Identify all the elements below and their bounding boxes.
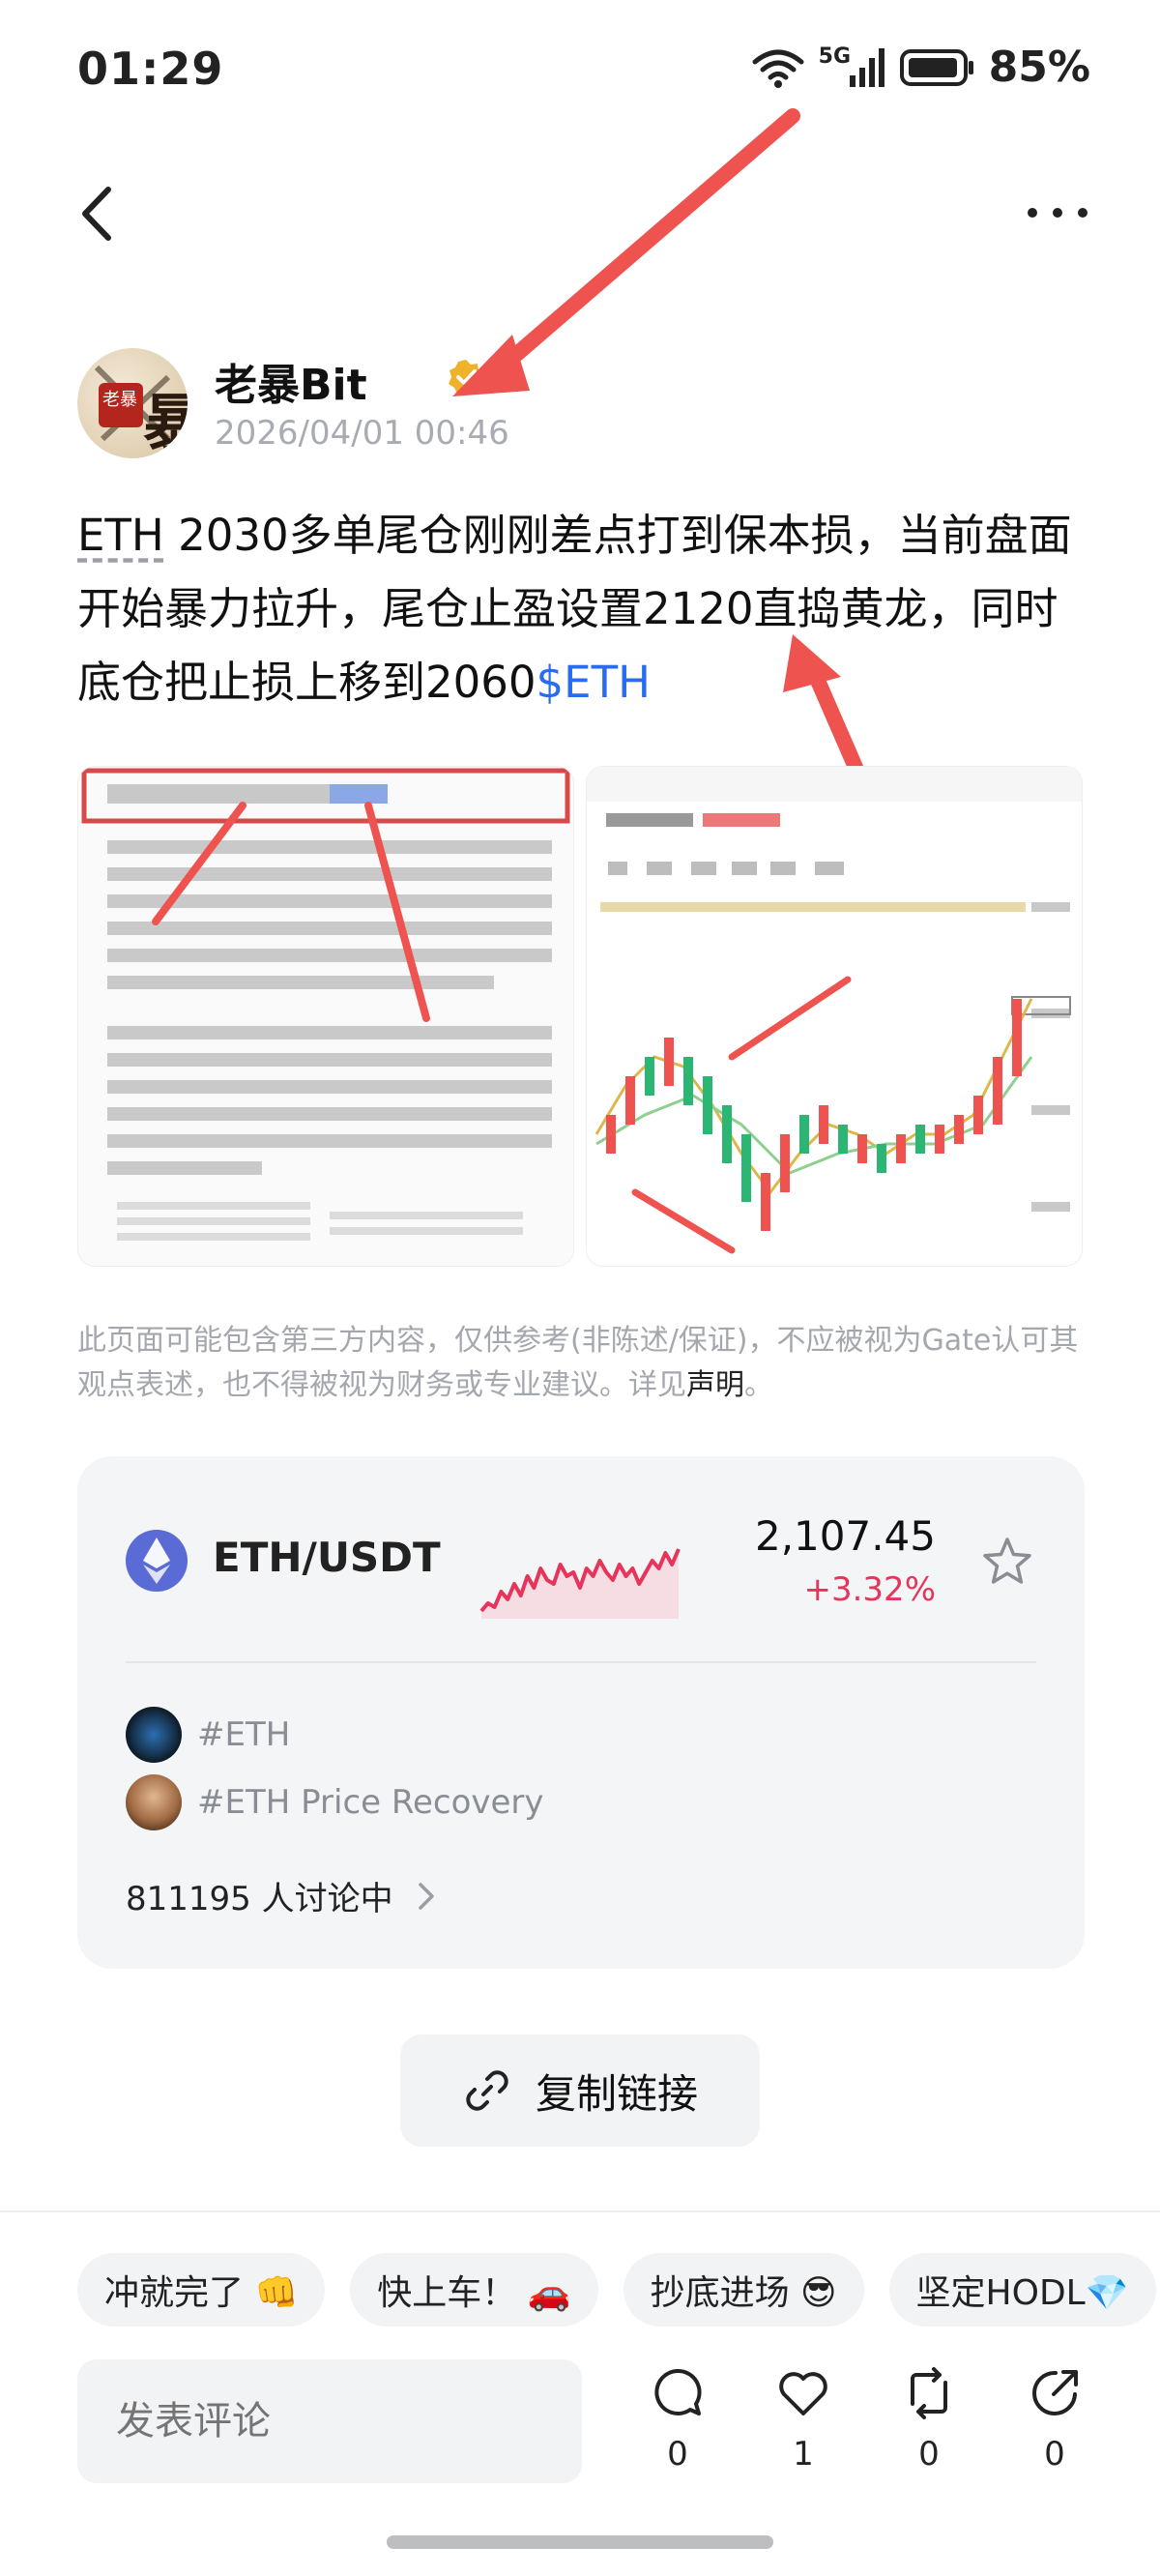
battery-icon (899, 48, 973, 86)
link-icon (466, 2070, 508, 2111)
network-type: 5G (819, 44, 886, 89)
quick-reply-chip[interactable]: 快上车！ 🚗 (350, 2253, 598, 2327)
author-header: 暴 老暴 老暴Bit 2026/04/01 00:46 (77, 348, 947, 464)
like-count: 1 (793, 2435, 814, 2474)
nav-bar (0, 164, 1160, 261)
copy-link-label: 复制链接 (535, 2069, 698, 2118)
card-divider (126, 1661, 1036, 1663)
comment-action[interactable]: 0 (634, 2365, 721, 2491)
chevron-right-icon (418, 1882, 434, 1910)
avatar[interactable]: 暴 老暴 (77, 348, 188, 458)
post-body: ETH 2030多单尾仓刚刚差点打到保本损，当前盘面开始暴力拉升，尾仓止盈设置2… (77, 499, 1092, 719)
copy-link-button[interactable]: 复制链接 (400, 2034, 760, 2147)
price-sparkline (479, 1548, 681, 1619)
quick-reply-chip[interactable]: 冲就完了 👊 (77, 2253, 326, 2327)
back-button[interactable] (68, 180, 126, 248)
post-image-article[interactable] (77, 766, 574, 1267)
share-count: 0 (1044, 2435, 1065, 2474)
signal-bars-icon (849, 47, 884, 87)
chevron-left-icon (82, 187, 111, 241)
comment-bubble-icon (654, 2368, 702, 2415)
comment-count: 0 (667, 2435, 688, 2474)
price-change: +3.32% (803, 1570, 937, 1609)
topic-label: #ETH Price Recovery (197, 1783, 544, 1822)
avatar-text: 老暴 (102, 390, 137, 410)
author-name[interactable]: 老暴Bit (215, 350, 367, 412)
quick-reply-chip[interactable]: 坚定HODL💎 (888, 2253, 1156, 2327)
status-time: 01:29 (77, 43, 224, 95)
disclaimer: 此页面可能包含第三方内容，仅供参考(非陈述/保证)，不应被视为Gate认可其观点… (77, 1324, 1079, 1402)
like-action[interactable]: 1 (760, 2365, 847, 2491)
status-bar: 01:29 5G 85% (0, 0, 1160, 145)
trading-pair: ETH/USDT (213, 1534, 441, 1581)
person-avatar-icon (126, 1774, 182, 1830)
verified-badge-icon (449, 360, 483, 395)
section-divider (0, 2210, 1160, 2212)
status-icons: 5G 85% (751, 43, 1090, 92)
battery-percent: 85% (988, 43, 1090, 92)
candlestick-chart-image (587, 767, 1082, 1266)
repost-count: 0 (918, 2435, 940, 2474)
post-image-chart[interactable] (586, 766, 1083, 1267)
more-options-button[interactable] (1019, 184, 1096, 242)
topic-label: #ETH (197, 1715, 291, 1754)
favorite-button[interactable] (978, 1534, 1036, 1592)
article-screenshot-image (78, 767, 573, 1266)
share-icon (1032, 2370, 1078, 2415)
coin-tag-link[interactable]: $ETH (536, 657, 651, 708)
comment-input[interactable] (77, 2359, 582, 2483)
wifi-icon (752, 49, 804, 88)
home-indicator[interactable] (387, 2535, 773, 2549)
quick-reply-chips: 冲就完了 👊 快上车！ 🚗 抄底进场 😎 坚定HODL💎 (77, 2253, 1160, 2327)
eth-logo-icon (126, 1530, 188, 1592)
post-timestamp: 2026/04/01 00:46 (215, 414, 509, 453)
eth-topic-icon (126, 1707, 182, 1763)
topic-item[interactable]: #ETH Price Recovery (126, 1773, 544, 1831)
disclaimer-link[interactable]: 声明 (686, 1368, 744, 1402)
repost-icon (911, 2367, 947, 2419)
heart-icon (779, 2372, 827, 2415)
market-price: 2,107.45 (754, 1512, 936, 1560)
topic-item[interactable]: #ETH (126, 1706, 290, 1764)
discussion-count[interactable]: 811195 人讨论中 (126, 1872, 446, 1919)
market-card[interactable]: ETH/USDT 2,107.45 +3.32% #ETH #ETH Price… (77, 1456, 1085, 1969)
ticker-link[interactable]: ETH (77, 510, 164, 561)
star-icon (983, 1537, 1031, 1584)
more-dots-icon (1028, 208, 1088, 218)
share-action[interactable]: 0 (1011, 2365, 1098, 2491)
repost-action[interactable]: 0 (885, 2365, 972, 2491)
quick-reply-chip[interactable]: 抄底进场 😎 (623, 2253, 864, 2327)
svg-text:暴: 暴 (143, 390, 188, 458)
